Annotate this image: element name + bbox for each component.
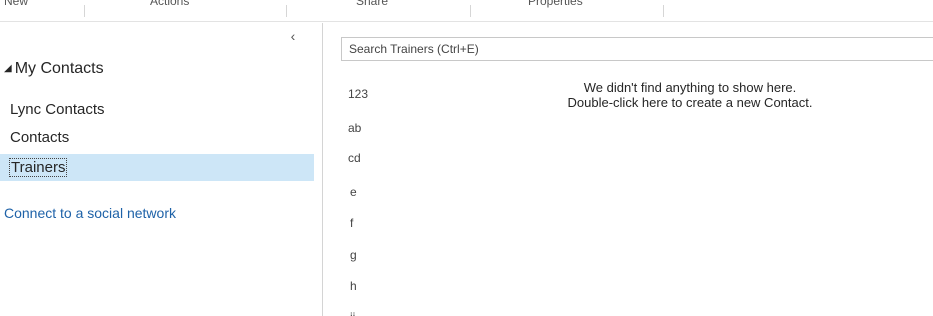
index-item-f[interactable]: f — [350, 216, 353, 230]
index-item-ij[interactable]: ij — [350, 310, 355, 316]
empty-message-line-1: We didn't find anything to show here. — [583, 80, 797, 95]
folder-item-label: Contacts — [10, 129, 70, 146]
ribbon-separator — [84, 5, 85, 17]
index-item-123[interactable]: 123 — [348, 87, 368, 101]
ribbon-group-actions: Actions — [150, 0, 190, 8]
empty-view-message[interactable]: We didn't find anything to show here. Do… — [500, 80, 880, 110]
ribbon-group-properties: Properties — [528, 0, 583, 8]
search-contacts-input[interactable] — [341, 37, 933, 61]
outlook-contacts-window: New Actions Share Properties ‹ ◢ My Conta… — [0, 0, 933, 316]
folder-item-contacts[interactable]: Contacts — [0, 124, 314, 151]
connect-social-network-link[interactable]: Connect to a social network — [4, 205, 176, 221]
ribbon-group-labels: New Actions Share Properties — [0, 0, 933, 22]
collapse-folder-pane-button[interactable]: ‹ — [287, 29, 299, 43]
ribbon-separator — [286, 5, 287, 17]
index-item-ab[interactable]: ab — [348, 121, 361, 135]
ribbon-separator — [663, 5, 664, 17]
ribbon-group-share: Share — [356, 0, 389, 8]
folder-pane: ‹ ◢ My Contacts Lync Contacts Contacts Tr… — [0, 23, 323, 316]
group-header-label: My Contacts — [14, 60, 104, 77]
ribbon-group-new: New — [4, 0, 29, 8]
index-item-h[interactable]: h — [350, 279, 357, 293]
expand-collapse-triangle-icon: ◢ — [4, 63, 12, 74]
folder-item-label: Trainers — [8, 158, 68, 177]
folder-item-label: Lync Contacts — [10, 101, 105, 118]
my-contacts-group-header[interactable]: ◢ My Contacts — [4, 60, 104, 78]
ribbon-separator — [470, 5, 471, 17]
index-item-g[interactable]: g — [350, 248, 357, 262]
folder-item-trainers[interactable]: Trainers — [0, 154, 314, 181]
empty-message-line-2: Double-click here to create a new Contac… — [567, 95, 813, 110]
index-item-e[interactable]: e — [350, 185, 357, 199]
folder-item-lync-contacts[interactable]: Lync Contacts — [0, 96, 314, 123]
index-item-cd[interactable]: cd — [348, 151, 361, 165]
